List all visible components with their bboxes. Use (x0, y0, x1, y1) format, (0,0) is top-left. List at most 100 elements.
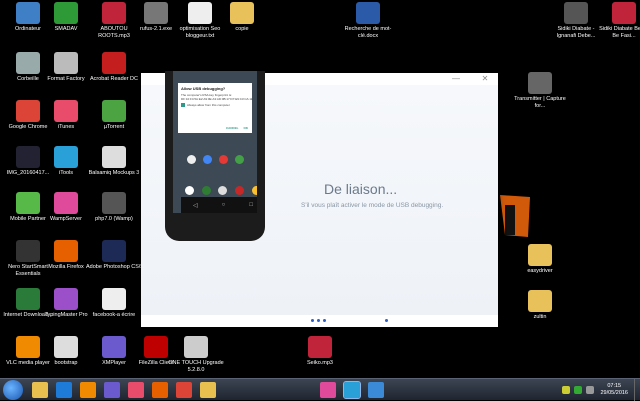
play-store-icon (235, 155, 244, 164)
usb-checkbox-label: Always allow from this computer (187, 103, 230, 107)
nero-icon (16, 240, 40, 262)
image-file-icon (16, 146, 40, 168)
wamp-icon[interactable] (320, 382, 336, 398)
desktop-icon[interactable]: µTorrent (86, 100, 142, 131)
typingmaster-icon (54, 288, 78, 310)
desktop-icon[interactable]: zultin (512, 290, 568, 321)
vlc-icon[interactable] (80, 382, 96, 398)
mobile-partner-icon (16, 192, 40, 214)
text-file-icon (102, 288, 126, 310)
dialog-content: Allow USB debugging? The computer's RSA … (141, 71, 498, 315)
explorer-icon[interactable] (32, 382, 48, 398)
desktop-icon-label: Balsamiq Mockups 3 (88, 170, 140, 176)
recents-icon: □ (249, 202, 253, 208)
desktop-icon-label: zultin (533, 314, 547, 320)
utorrent-icon (102, 100, 126, 122)
volume-icon[interactable] (586, 386, 595, 394)
page-dot[interactable] (323, 319, 326, 322)
computer-icon (16, 2, 40, 24)
desktop-icon-label: ONE TOUCH Upgrade 5.2.8.0 (168, 360, 224, 373)
desktop-icon[interactable]: ONE TOUCH Upgrade 5.2.8.0 (168, 336, 224, 374)
home-icon: ○ (221, 202, 226, 208)
usb-prompt-title: Allow USB debugging? (181, 86, 226, 91)
wampserver-icon (54, 192, 78, 214)
itunes-icon[interactable] (128, 382, 144, 398)
connection-heading: De liaison... (324, 181, 398, 197)
media-player-icon[interactable] (56, 382, 72, 398)
itools-connection-dialog: — ✕ Allow USB debugging? The computer's … (141, 71, 498, 327)
desktop-icon-label: µTorrent (103, 124, 125, 130)
desktop-icon[interactable]: facebook-a écrire (86, 288, 142, 319)
phone-illustration: Allow USB debugging? The computer's RSA … (165, 71, 265, 241)
desktop-icon[interactable]: Balsamiq Mockups 3 (86, 146, 142, 177)
desktop-icon[interactable]: Recherche de mot-clé.docx (340, 2, 396, 40)
acrobat-icon (102, 52, 126, 74)
mp3-file-icon (308, 336, 332, 358)
system-tray: 07:15 29/05/2016 (560, 379, 640, 401)
play-icon (219, 155, 228, 164)
checkbox-icon (181, 103, 185, 107)
recycle-bin-icon (16, 52, 40, 74)
explorer2-icon[interactable] (200, 382, 216, 398)
onetouch-icon (184, 336, 208, 358)
balsamiq-icon (102, 146, 126, 168)
page-dot[interactable] (311, 319, 314, 322)
back-icon: ◁ (193, 202, 198, 209)
desktop-icon[interactable]: Seiko.mp3 (292, 336, 348, 367)
usb-cancel-label: CANCEL (226, 126, 239, 130)
network-icon[interactable] (574, 386, 583, 394)
desktop-icon-label: Acrobat Reader DC (90, 76, 138, 82)
folder-icon (528, 290, 552, 312)
folder-icon (528, 244, 552, 266)
firefox-icon (54, 240, 78, 262)
desktop-icon-label: Adobe Photoshop CS6 (86, 264, 142, 270)
desktop-icon[interactable]: Sidiki Diabate Berou Be Fasi... (596, 2, 640, 40)
filezilla-icon (144, 336, 168, 358)
show-desktop-button[interactable] (634, 379, 640, 401)
mp3-file-icon (102, 2, 126, 24)
smadav-icon (54, 2, 78, 24)
itunes-icon (54, 100, 78, 122)
itools-icon (54, 146, 78, 168)
desktop-icon-label: Sidiki Diabate Berou Be Fasi... (599, 26, 640, 39)
minimize-button[interactable]: — (452, 75, 460, 83)
desktop-icon-label: facebook-a écrire (92, 312, 136, 318)
page-dot-active[interactable] (385, 319, 388, 322)
clock[interactable]: 07:15 29/05/2016 (600, 383, 628, 397)
desktop-icon[interactable]: Acrobat Reader DC (86, 52, 142, 83)
app-icon (528, 72, 552, 94)
desktop-icon[interactable]: easydriver (512, 244, 568, 275)
xmplayer-icon (102, 336, 126, 358)
music-folder-icon (564, 2, 588, 24)
vlc-icon (16, 336, 40, 358)
google-icon (187, 155, 196, 164)
desktop-icon-label: Recherche de mot-clé.docx (344, 26, 392, 39)
text-file-icon (188, 2, 212, 24)
usb-ok-label: OK (243, 126, 249, 130)
close-button[interactable]: ✕ (481, 75, 489, 83)
firefox-icon[interactable] (152, 382, 168, 398)
bootstrap-icon (54, 336, 78, 358)
sync-icon[interactable] (368, 382, 384, 398)
page-indicator (141, 317, 498, 325)
desktop-icon-label: Transmitter | Capture for... (514, 96, 566, 109)
desktop-icon[interactable]: php7.0 (Wamp) (86, 192, 142, 223)
desktop-icon-label: easydriver (527, 268, 553, 274)
xmplayer-icon[interactable] (104, 382, 120, 398)
clock-time: 07:15 (607, 383, 622, 389)
format-factory-icon (54, 52, 78, 74)
page-dot[interactable] (317, 319, 320, 322)
mp3-file-icon (612, 2, 636, 24)
chrome-icon[interactable] (176, 382, 192, 398)
usb-always-allow: Always allow from this computer (181, 103, 249, 107)
desktop-icon[interactable]: Adobe Photoshop CS6 (86, 240, 142, 271)
itools-icon[interactable] (343, 381, 361, 399)
desktop-icon[interactable]: copie (214, 2, 270, 33)
clock-date: 29/05/2016 (600, 390, 628, 396)
tray-icon[interactable] (562, 386, 571, 394)
connection-instructions: S'il vous plaît activer le mode de USB d… (301, 202, 444, 209)
desktop-icon[interactable]: Transmitter | Capture for... (512, 72, 568, 110)
usb-debugging-prompt: Allow USB debugging? The computer's RSA … (178, 83, 254, 133)
usb-prompt-body: The computer's RSA key fingerprint is: D… (181, 93, 254, 101)
start-button[interactable] (3, 380, 23, 400)
